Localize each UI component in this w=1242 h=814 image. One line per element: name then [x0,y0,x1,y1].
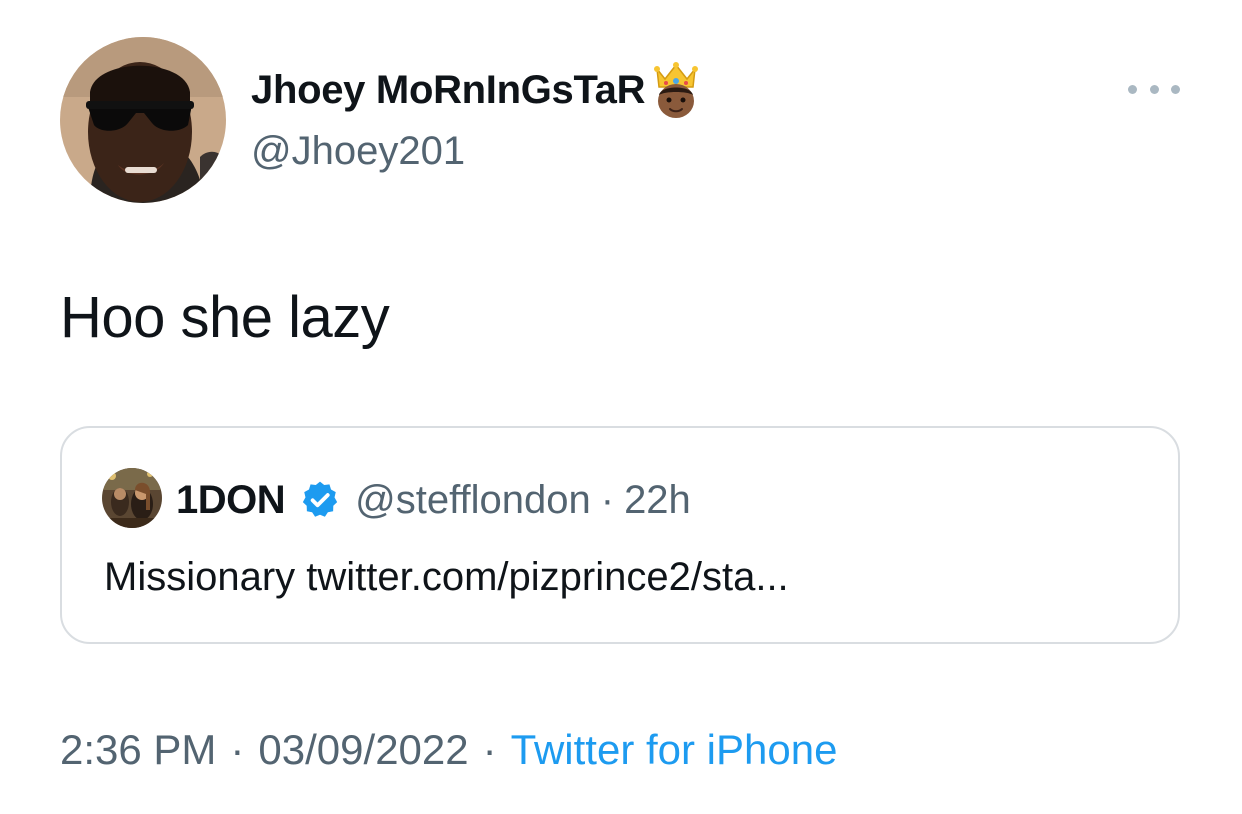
quoted-tweet-card[interactable]: 1DON @stefflondon · 22h Missionary twitt… [60,426,1180,644]
author-name-row[interactable]: Jhoey MoRnInGsTaR [251,62,701,118]
tweet-time[interactable]: 2:36 PM [60,720,216,780]
quoted-author-handle[interactable]: @stefflondon [355,478,591,523]
author-handle[interactable]: @Jhoey201 [251,125,465,177]
tweet-meta: 2:36 PM · 03/09/2022 · Twitter for iPhon… [60,720,837,780]
meta-separator: · [482,726,497,773]
tweet-text: Hoo she lazy [60,285,390,350]
quoted-tweet-separator: · [600,477,615,522]
tweet-source-link[interactable]: Twitter for iPhone [511,720,838,780]
quoted-tweet-time[interactable]: 22h [624,478,691,523]
author-display-name[interactable]: Jhoey MoRnInGsTaR [251,62,646,118]
quoted-author-name[interactable]: 1DON [176,478,286,523]
quoted-tweet-body: Missionary [104,555,307,599]
quoted-tweet-header: 1DON @stefflondon · 22h [176,472,691,528]
meta-separator: · [230,726,245,773]
crown-person-emoji-icon [651,61,701,119]
more-horizontal-icon-dot [1171,84,1180,94]
quoted-author-avatar-image [102,468,162,528]
more-horizontal-icon [1128,84,1137,94]
quoted-author-avatar[interactable] [102,468,162,528]
quoted-tweet-text: Missionary twitter.com/pizprince2/sta... [104,548,789,606]
more-horizontal-icon-dot [1149,84,1159,94]
verified-badge-icon [299,479,341,521]
more-options-button[interactable] [1128,76,1180,102]
tweet-date[interactable]: 03/09/2022 [258,720,468,780]
quoted-tweet-link[interactable]: twitter.com/pizprince2/sta... [306,555,788,599]
author-avatar[interactable] [60,37,226,203]
author-avatar-image [60,37,226,203]
